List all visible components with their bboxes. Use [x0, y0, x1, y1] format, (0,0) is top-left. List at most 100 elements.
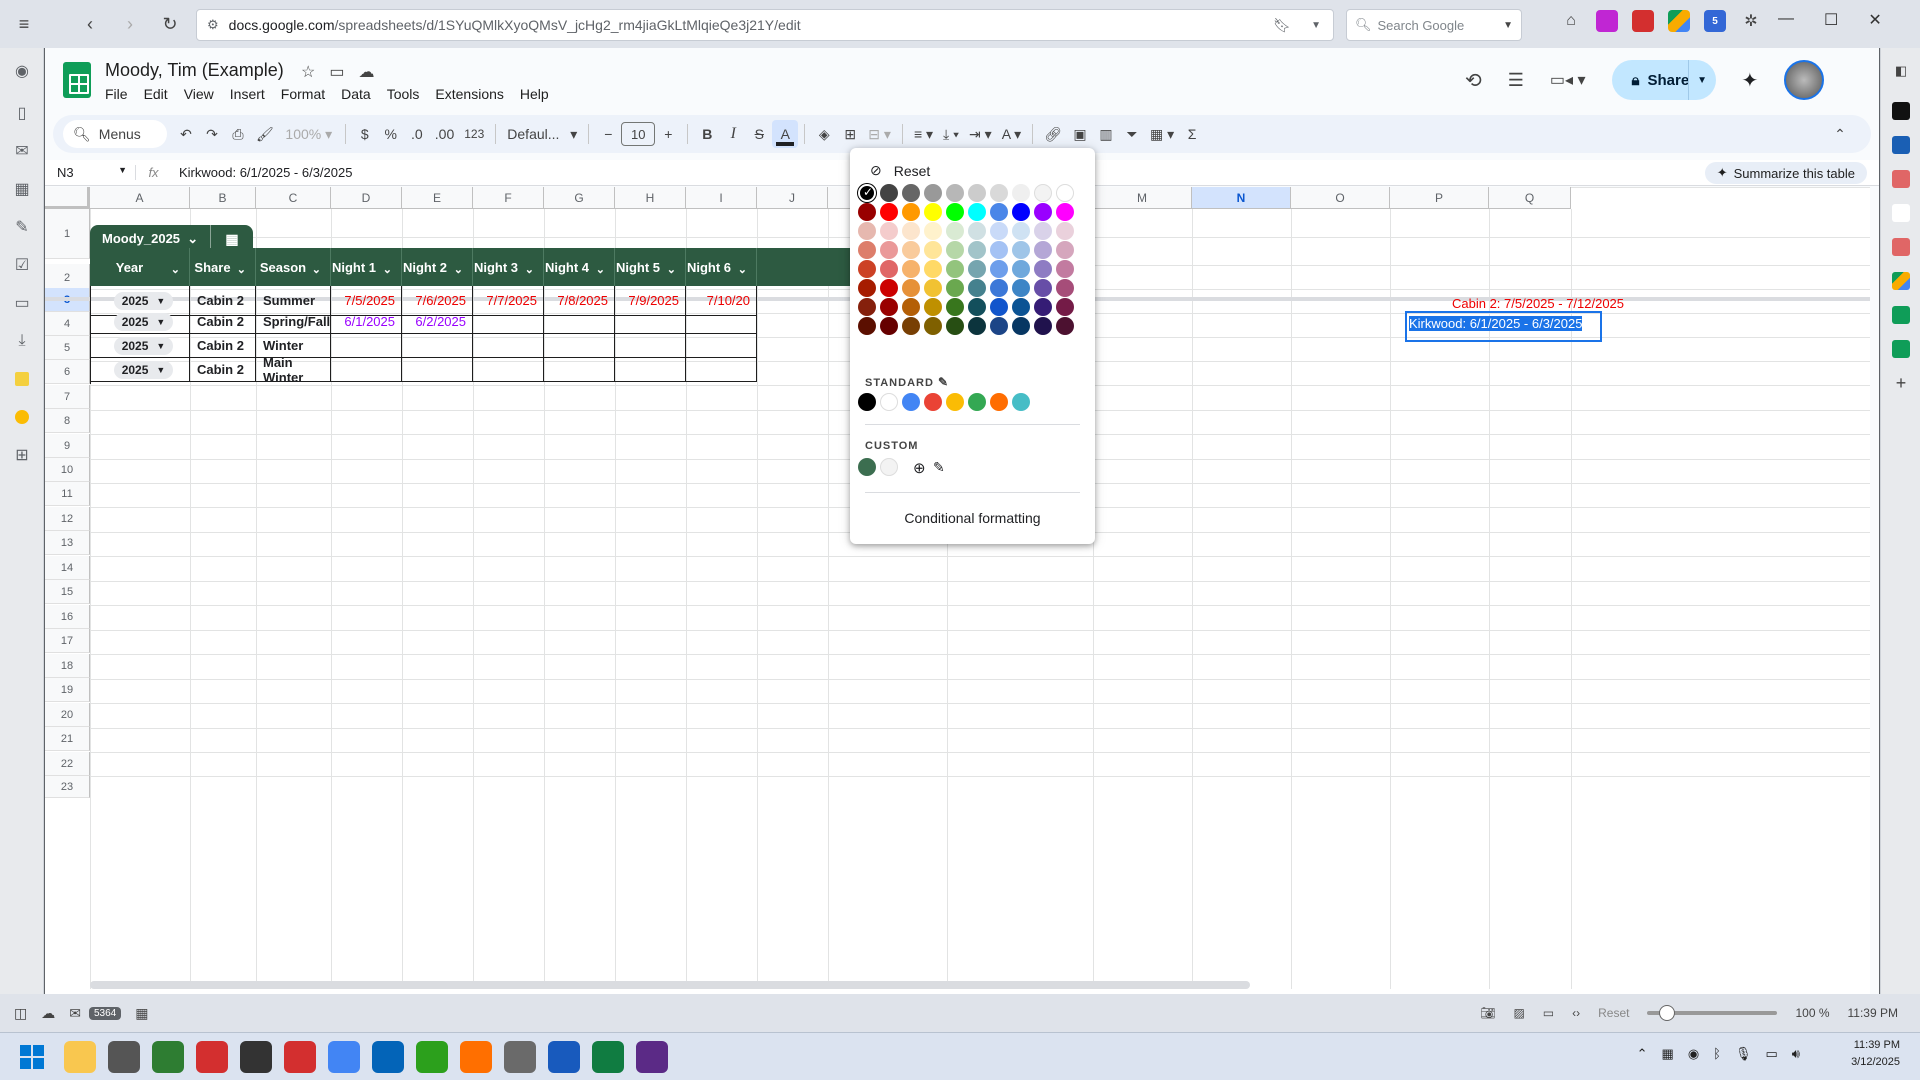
panel-bookmarks-icon[interactable]: ▯ — [0, 94, 44, 132]
row-header-19[interactable]: 19 — [45, 678, 90, 702]
reload-icon[interactable]: ↻ — [154, 8, 186, 40]
header-filter-dropdown-icon[interactable]: ⌄ — [454, 263, 463, 276]
panel-drive-icon[interactable] — [1881, 264, 1920, 298]
borders-icon[interactable]: ⊞ — [837, 120, 863, 148]
row-header-22[interactable]: 22 — [45, 752, 90, 776]
color-swatch[interactable] — [990, 203, 1008, 221]
table-cell-season[interactable]: Main Winter — [256, 355, 331, 385]
menu-tools[interactable]: Tools — [387, 86, 420, 102]
insert-comment-icon[interactable]: ▣ — [1067, 120, 1093, 148]
font-size-input[interactable]: 10 — [621, 122, 656, 146]
avatar[interactable] — [1784, 60, 1825, 100]
panel-tasks-icon[interactable]: ☑ — [0, 246, 44, 284]
fill-color-icon[interactable]: ◈ — [811, 120, 837, 148]
text-rotation-icon[interactable]: A ▾ — [997, 120, 1026, 148]
standard-swatch[interactable] — [968, 393, 986, 411]
color-swatch[interactable] — [880, 260, 898, 278]
filter-icon[interactable]: ⏷ — [1119, 120, 1145, 148]
column-header-p[interactable]: P — [1390, 187, 1489, 209]
color-swatch[interactable] — [968, 279, 986, 297]
taskbar-app-icon[interactable] — [152, 1040, 184, 1073]
color-swatch[interactable] — [902, 184, 920, 202]
row-header-8[interactable]: 8 — [45, 409, 90, 433]
close-icon[interactable]: ✕ — [1868, 10, 1881, 30]
bold-button[interactable]: B — [694, 120, 720, 148]
text-color-button[interactable]: A — [772, 120, 799, 148]
column-header-d[interactable]: D — [331, 187, 402, 209]
row-header-17[interactable]: 17 — [45, 629, 90, 653]
color-swatch[interactable] — [1056, 184, 1074, 202]
panel-add-icon[interactable]: ⊞ — [0, 436, 44, 474]
image-toggle-icon[interactable]: ▨ — [1513, 1006, 1524, 1020]
row-header-15[interactable]: 15 — [45, 580, 90, 604]
color-swatch[interactable] — [858, 279, 876, 297]
functions-button[interactable]: Σ — [1179, 120, 1205, 148]
panel-app-4-icon[interactable] — [1881, 196, 1920, 230]
row-header-23[interactable]: 23 — [45, 776, 90, 798]
menu-format[interactable]: Format — [281, 86, 325, 102]
tray-app-2-icon[interactable]: ◉ — [1688, 1045, 1699, 1062]
row-header-4[interactable]: 4 — [45, 312, 90, 336]
volume-icon[interactable]: 🔊︎ — [1792, 1045, 1800, 1062]
header-filter-dropdown-icon[interactable]: ⌄ — [525, 263, 534, 276]
table-header-night-2[interactable]: Night 2 ⌄ — [402, 248, 473, 286]
color-swatch[interactable] — [880, 317, 898, 335]
header-filter-dropdown-icon[interactable]: ⌄ — [171, 263, 180, 276]
taskbar-app-icon[interactable] — [196, 1040, 228, 1073]
color-swatch[interactable] — [990, 260, 1008, 278]
standard-swatch[interactable] — [880, 393, 898, 411]
color-swatch[interactable] — [1012, 184, 1030, 202]
name-box[interactable]: N3 ▼ — [45, 165, 135, 180]
color-swatch[interactable] — [1056, 298, 1074, 316]
year-chip[interactable]: 2025 ▼ — [113, 360, 174, 379]
color-swatch[interactable] — [990, 298, 1008, 316]
color-swatch[interactable] — [968, 260, 986, 278]
header-filter-dropdown-icon[interactable]: ⌄ — [312, 263, 321, 276]
menu-edit[interactable]: Edit — [144, 86, 168, 102]
mail-count-badge[interactable]: 5364 — [88, 1006, 122, 1020]
note-cell-n2[interactable]: Cabin 2: 7/5/2025 - 7/12/2025 — [1452, 296, 1624, 311]
horizontal-align-icon[interactable]: ≡ ▾ — [909, 120, 938, 148]
color-swatch[interactable] — [924, 222, 942, 240]
table-header-night-3[interactable]: Night 3 ⌄ — [473, 248, 544, 286]
color-swatch[interactable] — [1034, 203, 1052, 221]
color-swatch[interactable] — [924, 184, 942, 202]
panel-app-5-icon[interactable] — [1881, 230, 1920, 264]
row-header-7[interactable]: 7 — [45, 385, 90, 409]
bookmark-icon[interactable]: 🔖︎ — [1273, 17, 1291, 34]
color-swatch[interactable] — [1056, 279, 1074, 297]
summarize-table-button[interactable]: ✦ Summarize this table — [1704, 162, 1867, 184]
active-cell-n3[interactable]: Kirkwood: 6/1/2025 - 6/3/2025 — [1405, 311, 1602, 342]
table-header-night-6[interactable]: Night 6 ⌄ — [686, 248, 757, 286]
year-chip[interactable]: 2025 ▼ — [113, 336, 174, 355]
table-cell-n6[interactable] — [686, 334, 757, 358]
site-settings-icon[interactable]: ⚙ — [207, 17, 219, 33]
undo-icon[interactable]: ↶ — [173, 120, 199, 148]
column-header-n[interactable]: N — [1192, 187, 1291, 209]
header-filter-dropdown-icon[interactable]: ⌄ — [383, 263, 392, 276]
color-swatch[interactable] — [946, 260, 964, 278]
column-header-a[interactable]: A — [90, 187, 190, 209]
meet-icon[interactable]: ▭◂ ▾ — [1550, 70, 1586, 90]
table-cell-year[interactable]: 2025 ▼ — [90, 310, 190, 334]
row-header-9[interactable]: 9 — [45, 434, 90, 458]
address-dropdown-icon[interactable]: ▼ — [1311, 20, 1321, 31]
display-icon[interactable]: ▭ — [1766, 1045, 1778, 1062]
color-swatch[interactable] — [880, 203, 898, 221]
insert-link-icon[interactable]: 🔗︎ — [1039, 120, 1067, 148]
taskbar-app-icon[interactable] — [416, 1040, 448, 1073]
color-swatch[interactable] — [968, 298, 986, 316]
move-folder-icon[interactable]: ▭ — [329, 62, 344, 82]
taskbar-date[interactable]: 3/12/2025 — [1851, 1054, 1900, 1071]
color-swatch[interactable] — [1012, 317, 1030, 335]
vertical-align-icon[interactable]: ⤓ ▾ — [938, 120, 964, 148]
column-header-h[interactable]: H — [615, 187, 686, 209]
menu-file[interactable]: File — [105, 86, 128, 102]
mail-status-icon[interactable]: ✉ — [69, 1005, 81, 1022]
color-swatch[interactable] — [924, 241, 942, 259]
gemini-icon[interactable]: ✦ — [1742, 68, 1759, 93]
color-swatch[interactable] — [902, 241, 920, 259]
italic-button[interactable]: I — [720, 120, 746, 148]
color-swatch[interactable] — [1034, 241, 1052, 259]
table-cell-n3[interactable] — [473, 358, 544, 382]
